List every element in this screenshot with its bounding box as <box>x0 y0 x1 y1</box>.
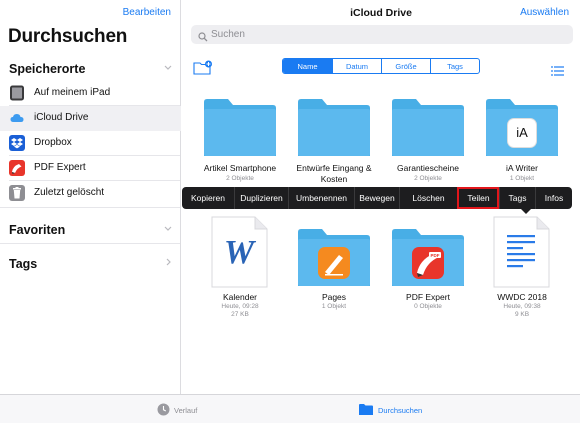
section-locations-label: Speicherorte <box>9 62 86 76</box>
tab-browse[interactable]: Durchsuchen <box>358 403 422 418</box>
file-name: Entwürfe Eingang & Kosten <box>296 163 372 184</box>
document-icon <box>493 216 550 288</box>
file-date: Heute, 09:38 <box>503 303 541 310</box>
section-favorites[interactable]: Favoriten <box>0 219 181 241</box>
menu-item-infos[interactable]: Infos <box>535 187 572 209</box>
file-item-folder[interactable]: Garantiescheine 2 Objekte <box>383 96 473 182</box>
file-date: Heute, 09:28 <box>221 303 259 310</box>
sort-segmented-control: Name Datum Größe Tags <box>282 58 480 74</box>
word-document-icon: W <box>211 216 268 288</box>
folder-icon <box>204 99 276 156</box>
tab-label: Verlauf <box>174 406 198 415</box>
ipad-icon <box>9 85 25 101</box>
ia-writer-icon: iA <box>507 118 537 148</box>
file-item-document[interactable]: W Kalender Heute, 09:28 27 KB <box>195 215 285 318</box>
main-pane: iCloud Drive Auswählen Suchen Name Datum… <box>182 0 580 394</box>
tab-bar: Verlauf Durchsuchen <box>0 394 580 423</box>
chevron-right-icon <box>163 257 173 269</box>
search-input[interactable]: Suchen <box>191 25 573 44</box>
menu-item-loeschen[interactable]: Löschen <box>399 187 457 209</box>
file-name: iA Writer <box>506 163 538 173</box>
file-name: Artikel Smartphone <box>203 163 277 173</box>
trash-icon <box>9 185 25 201</box>
menu-item-umbenennen[interactable]: Umbenennen <box>288 187 354 209</box>
chevron-down-icon <box>163 223 173 235</box>
file-meta: 2 Objekte <box>414 175 442 182</box>
file-name: Pages <box>321 292 347 302</box>
sidebar-item-trash[interactable]: Zuletzt gelöscht <box>0 181 181 206</box>
file-size: 27 KB <box>231 311 249 318</box>
chevron-down-icon <box>163 62 173 74</box>
tab-sort-name[interactable]: Name <box>283 59 332 73</box>
sidebar-item-icloud[interactable]: iCloud Drive <box>0 106 181 131</box>
sidebar-item-label: Zuletzt gelöscht <box>34 187 105 198</box>
file-item-app-folder[interactable]: iA iA Writer 1 Objekt <box>477 96 567 182</box>
file-item-folder[interactable]: Entwürfe Eingang & Kosten <box>289 96 379 184</box>
sidebar-item-label: PDF Expert <box>34 162 86 173</box>
search-icon <box>198 29 208 47</box>
file-name: WWDC 2018 <box>497 292 547 302</box>
folder-icon <box>298 99 370 156</box>
section-locations[interactable]: Speicherorte <box>0 58 181 80</box>
edit-button[interactable]: Bearbeiten <box>123 7 171 18</box>
sidebar: Bearbeiten Durchsuchen Speicherorte Auf … <box>0 0 181 394</box>
sidebar-title: Durchsuchen <box>8 26 128 47</box>
divider <box>0 243 180 244</box>
menu-item-teilen[interactable]: Teilen <box>457 187 499 209</box>
pdf-expert-icon <box>9 160 25 176</box>
sidebar-item-label: iCloud Drive <box>34 112 89 123</box>
folder-icon <box>298 229 370 286</box>
folder-icon: PDF <box>392 229 464 286</box>
section-tags-label: Tags <box>9 257 38 271</box>
new-folder-icon[interactable] <box>193 60 213 81</box>
file-item-app-folder[interactable]: Pages 1 Objekt <box>289 215 379 310</box>
select-button[interactable]: Auswählen <box>520 7 569 18</box>
menu-item-kopieren[interactable]: Kopieren <box>182 187 234 209</box>
file-name: Kalender <box>222 292 258 302</box>
svg-text:W: W <box>224 234 257 271</box>
clock-icon <box>157 403 170 418</box>
sidebar-item-label: Dropbox <box>34 137 72 148</box>
tab-sort-size[interactable]: Größe <box>381 59 430 73</box>
tab-sort-tags[interactable]: Tags <box>430 59 479 73</box>
sidebar-item-label: Auf meinem iPad <box>34 87 111 98</box>
tab-label: Durchsuchen <box>378 406 423 415</box>
tab-sort-date[interactable]: Datum <box>332 59 381 73</box>
file-name: PDF Expert <box>406 292 450 302</box>
file-item-app-folder[interactable]: PDF PDF Expert 0 Objekte <box>383 215 473 310</box>
file-item-document[interactable]: WWDC 2018 Heute, 09:38 9 KB <box>477 215 567 318</box>
file-item-folder[interactable]: Artikel Smartphone 2 Objekte <box>195 96 285 182</box>
context-menu-arrow <box>521 209 531 214</box>
dropbox-icon <box>9 135 25 151</box>
menu-item-tags[interactable]: Tags <box>499 187 535 209</box>
tab-recents[interactable]: Verlauf <box>157 403 197 418</box>
menu-item-bewegen[interactable]: Bewegen <box>354 187 399 209</box>
folder-icon <box>358 403 374 418</box>
section-tags[interactable]: Tags <box>0 253 181 275</box>
context-menu: Kopieren Duplizieren Umbenennen Bewegen … <box>182 187 572 209</box>
sidebar-item-dropbox[interactable]: Dropbox <box>0 131 181 156</box>
file-meta: 1 Objekt <box>321 303 347 310</box>
list-view-icon[interactable] <box>551 63 564 81</box>
folder-icon <box>392 99 464 156</box>
menu-item-duplizieren[interactable]: Duplizieren <box>234 187 288 209</box>
svg-text:PDF: PDF <box>431 253 440 258</box>
file-meta: 1 Objekt <box>509 175 535 182</box>
sidebar-item-pdf-expert[interactable]: PDF Expert <box>0 156 181 181</box>
divider <box>0 207 180 208</box>
file-meta: 2 Objekte <box>226 175 254 182</box>
file-meta: 0 Objekte <box>414 303 442 310</box>
search-placeholder: Suchen <box>211 29 245 40</box>
section-favorites-label: Favoriten <box>9 223 66 237</box>
file-name: Garantiescheine <box>397 163 459 173</box>
icloud-icon <box>9 110 25 126</box>
file-size: 9 KB <box>514 311 530 318</box>
sidebar-item-ipad[interactable]: Auf meinem iPad <box>0 81 181 106</box>
